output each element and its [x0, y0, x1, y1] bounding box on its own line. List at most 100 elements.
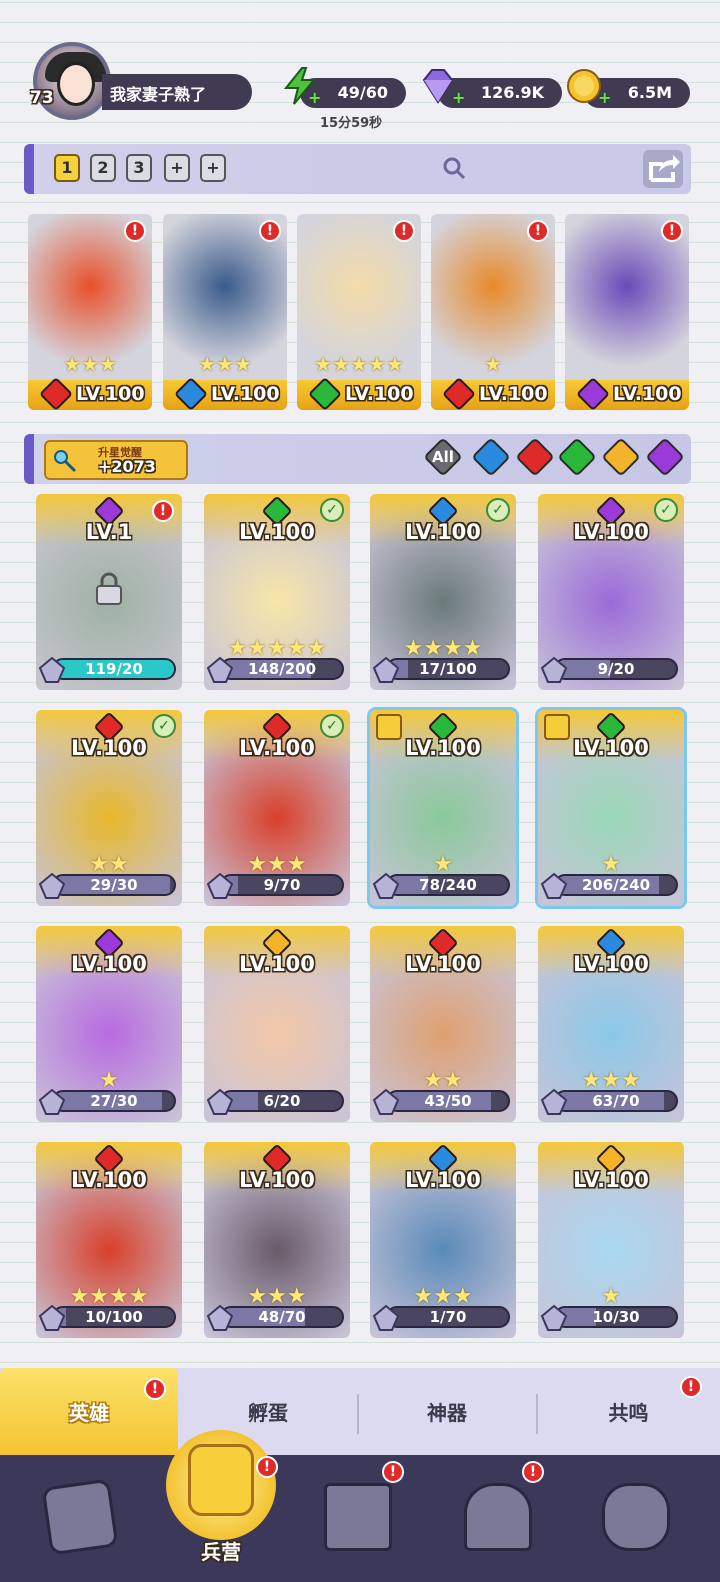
- gems-plus-icon[interactable]: +: [452, 88, 465, 107]
- gold-counter[interactable]: + 6.5M: [567, 69, 690, 108]
- bottom-nav: ! !: [0, 1455, 720, 1582]
- hero-level: LV.100: [239, 736, 315, 760]
- filter-label: [558, 438, 596, 476]
- nav-shrine[interactable]: !: [454, 1461, 544, 1561]
- hero-alert: !: [124, 220, 146, 242]
- filter-water[interactable]: [471, 437, 511, 477]
- nav-cards[interactable]: [36, 1473, 124, 1561]
- shard-progress-bar: 6/20: [220, 1090, 344, 1112]
- shard-progress-bar: 10/30: [554, 1306, 678, 1328]
- filter-light[interactable]: [601, 437, 641, 477]
- shard-progress: 48/70: [258, 1308, 306, 1326]
- shard-progress: 43/50: [424, 1092, 472, 1110]
- team-tab-1[interactable]: 1: [54, 154, 80, 182]
- hero-card[interactable]: LV.100 ★★★ 48/70: [204, 1142, 350, 1338]
- hero-stars: ★: [484, 352, 502, 376]
- shard-icon: [38, 872, 66, 899]
- player-avatar[interactable]: [33, 42, 111, 120]
- shard-progress: 27/30: [90, 1092, 138, 1110]
- shard-progress-bar: 9/20: [554, 658, 678, 680]
- search-icon[interactable]: [442, 156, 466, 180]
- team-hero-card[interactable]: ★★★ LV.100!: [163, 214, 287, 410]
- nav-barracks-alert: !: [256, 1456, 278, 1478]
- player-name-bar[interactable]: 我家妻子熟了: [102, 74, 252, 110]
- hero-level: LV.100: [613, 383, 682, 405]
- hero-level: LV.100: [479, 383, 548, 405]
- hero-level: LV.100: [405, 1168, 481, 1192]
- guild-icon: [602, 1483, 670, 1551]
- hero-card[interactable]: LV.100 ★★★★ 10/100: [36, 1142, 182, 1338]
- hero-alert: !: [152, 500, 174, 522]
- shard-progress-bar: 10/100: [52, 1306, 176, 1328]
- filter-fire[interactable]: [515, 437, 555, 477]
- hero-card[interactable]: ✓ LV.100 ★★★★ 17/100: [370, 494, 516, 690]
- team-tab-3[interactable]: 3: [126, 154, 152, 182]
- hero-level: LV.100: [239, 1168, 315, 1192]
- hero-level: LV.100: [71, 736, 147, 760]
- filter-nature[interactable]: [557, 437, 597, 477]
- hero-level: LV.100: [573, 952, 649, 976]
- shard-progress-bar: 17/100: [386, 658, 510, 680]
- awaken-button[interactable]: 升星觉醒 +2073: [44, 440, 188, 480]
- filter-dark[interactable]: [645, 437, 685, 477]
- shard-progress-bar: 43/50: [386, 1090, 510, 1112]
- key-icon: [54, 450, 77, 473]
- share-button[interactable]: [643, 150, 683, 188]
- hero-card[interactable]: LV.100 ★ 10/30: [538, 1142, 684, 1338]
- shard-progress: 9/70: [263, 876, 301, 894]
- team-tab-2[interactable]: 2: [90, 154, 116, 182]
- nav-map-alert: !: [382, 1461, 404, 1483]
- energy-value: 49/60: [337, 83, 388, 102]
- shard-progress-bar: 29/30: [52, 874, 176, 896]
- shrine-icon: [464, 1483, 532, 1551]
- shard-progress-bar: 1/70: [386, 1306, 510, 1328]
- cards-icon: [41, 1478, 119, 1556]
- hero-level: LV.100: [405, 736, 481, 760]
- shard-icon: [372, 1304, 400, 1331]
- hero-card[interactable]: LV.100 ★★★ 1/70: [370, 1142, 516, 1338]
- gold-plus-icon[interactable]: +: [598, 88, 611, 107]
- hero-card[interactable]: ✓ LV.100 ★★★ 9/70: [204, 710, 350, 906]
- team-tab-add-2[interactable]: +: [200, 154, 226, 182]
- team-hero-card[interactable]: ★ LV.100!: [431, 214, 555, 410]
- energy-counter[interactable]: + 49/60: [283, 67, 406, 108]
- ready-check-icon: ✓: [486, 498, 510, 522]
- nav-map[interactable]: !: [314, 1461, 404, 1561]
- tab-artifacts[interactable]: 神器: [358, 1368, 536, 1458]
- shard-progress: 17/100: [419, 660, 477, 678]
- hero-card[interactable]: ! LV.1 119/20: [36, 494, 182, 690]
- player-name: 我家妻子熟了: [110, 85, 207, 104]
- team-hero-card[interactable]: ★★★★★ LV.100!: [297, 214, 421, 410]
- hero-card[interactable]: LV.100 ★ 78/240: [370, 710, 516, 906]
- player-level: 73: [30, 88, 54, 108]
- nav-guild[interactable]: [592, 1473, 680, 1561]
- shard-progress: 1/70: [429, 1308, 467, 1326]
- hero-level: LV.100: [71, 952, 147, 976]
- hero-card[interactable]: LV.100 ★ 206/240: [538, 710, 684, 906]
- hero-card[interactable]: LV.100 ★ 27/30: [36, 926, 182, 1122]
- hero-card[interactable]: ✓ LV.100 9/20: [538, 494, 684, 690]
- hero-level: LV.100: [573, 520, 649, 544]
- nav-barracks[interactable]: 兵营 !: [166, 1430, 278, 1582]
- shard-progress-bar: 148/200: [220, 658, 344, 680]
- team-tab-add-1[interactable]: +: [164, 154, 190, 182]
- team-hero-card[interactable]: LV.100!: [565, 214, 689, 410]
- team-hero-card[interactable]: ★★★ LV.100!: [28, 214, 152, 410]
- hero-card[interactable]: ✓ LV.100 ★★★★★ 148/200: [204, 494, 350, 690]
- hero-card[interactable]: LV.100 6/20: [204, 926, 350, 1122]
- shard-icon: [540, 872, 568, 899]
- shard-progress: 9/20: [597, 660, 635, 678]
- hero-stars: ★★★: [63, 352, 117, 376]
- hero-card[interactable]: LV.100 ★★ 43/50: [370, 926, 516, 1122]
- hero-level: LV.100: [405, 520, 481, 544]
- energy-plus-icon[interactable]: +: [308, 88, 321, 107]
- hero-card[interactable]: LV.100 ★★★ 63/70: [538, 926, 684, 1122]
- ready-check-icon: ✓: [654, 498, 678, 522]
- tab-resonance-alert: !: [680, 1376, 702, 1398]
- shard-icon: [540, 1304, 568, 1331]
- filter-all[interactable]: All: [423, 437, 463, 477]
- shard-progress: 10/30: [592, 1308, 640, 1326]
- hero-card[interactable]: ✓ LV.100 ★★ 29/30: [36, 710, 182, 906]
- gems-counter[interactable]: + 126.9K: [422, 69, 562, 108]
- shard-progress: 119/20: [85, 660, 143, 678]
